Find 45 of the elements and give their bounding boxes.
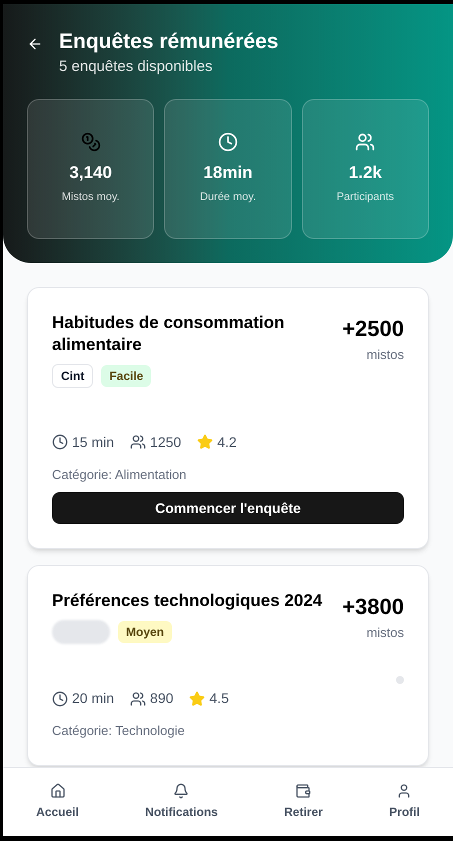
nav-tab[interactable]: Retirer (284, 783, 323, 821)
participant-count: 1250 (150, 432, 182, 452)
survey-rating: 4.5 (209, 689, 229, 708)
clock-icon (218, 132, 238, 152)
stat-value: 1.2k (348, 162, 382, 184)
page-title: Enquêtes rémunérées (59, 29, 278, 55)
loading-placeholder (52, 620, 110, 644)
nav-tab[interactable]: Profil (389, 783, 420, 821)
survey-rating: 4.2 (217, 432, 237, 452)
difficulty-tag: Facile (101, 364, 152, 386)
star-icon (197, 434, 214, 450)
clock-icon (52, 434, 68, 450)
reward-amount: +2500 (342, 314, 404, 342)
survey-category: Catégorie: Technologie (52, 722, 186, 740)
reward-unit: mistos (366, 346, 404, 364)
back-button[interactable] (27, 36, 43, 52)
home-icon (50, 783, 66, 799)
survey-title: Préférences technologiques 2024 (52, 590, 322, 612)
survey-duration: 20 min (72, 689, 114, 708)
bell-icon (173, 783, 190, 799)
people-icon (130, 434, 146, 450)
clock-icon (52, 690, 68, 706)
reward-amount: +3800 (342, 593, 404, 621)
stat-label: Participants (336, 190, 394, 205)
start-survey-button[interactable]: Commencer l'enquête (52, 492, 404, 524)
nav-tab[interactable]: Accueil (36, 783, 79, 821)
stat-label: Durée moy. (200, 190, 256, 205)
stat-value: 18min (203, 162, 253, 184)
survey-category: Catégorie: Alimentation (52, 466, 188, 484)
wallet-icon (295, 783, 312, 799)
person-icon (396, 783, 412, 799)
page-subtitle: 5 enquêtes disponibles (59, 57, 214, 77)
star-icon (189, 690, 206, 706)
people-icon (130, 690, 146, 706)
people-icon (355, 132, 376, 152)
nav-tab[interactable]: Notifications (145, 783, 218, 821)
provider-tag: Cint (52, 364, 94, 388)
stat-label: Mistos moy. (62, 190, 120, 205)
stat-value: 3,140 (69, 162, 112, 184)
participant-count: 890 (150, 689, 174, 708)
difficulty-tag: Moyen (118, 621, 172, 643)
survey-duration: 15 min (72, 432, 114, 452)
coins-icon (80, 132, 101, 152)
survey-title: Habitudes de consommation alimentaire (52, 312, 286, 356)
reward-unit: mistos (366, 624, 404, 642)
